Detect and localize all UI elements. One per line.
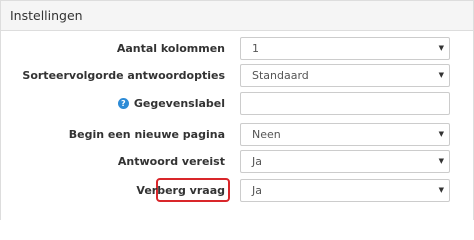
label-antwoord-vereist: Antwoord vereist xyxy=(117,155,225,168)
chevron-down-icon: ▼ xyxy=(438,186,444,194)
label-aantal-kolommen: Aantal kolommen xyxy=(116,42,225,55)
chevron-down-icon: ▼ xyxy=(438,71,444,79)
select-value: Ja xyxy=(252,155,262,168)
label-text: Gegevenslabel xyxy=(133,97,225,110)
label-sorteervolgorde: Sorteervolgorde antwoordopties xyxy=(22,69,225,82)
select-value: Neen xyxy=(252,128,281,141)
verberg-vraag-select[interactable]: Ja ▼ xyxy=(240,179,450,202)
select-value: Ja xyxy=(252,184,262,197)
select-value: Standaard xyxy=(252,69,309,82)
begin-nieuwe-pagina-select[interactable]: Neen ▼ xyxy=(240,123,450,146)
sorteervolgorde-select[interactable]: Standaard ▼ xyxy=(240,64,450,87)
gegevenslabel-input[interactable] xyxy=(240,92,450,115)
chevron-down-icon: ▼ xyxy=(438,130,444,138)
select-value: 1 xyxy=(252,42,259,55)
label-begin-nieuwe-pagina: Begin een nieuwe pagina xyxy=(68,128,225,141)
aantal-kolommen-select[interactable]: 1 ▼ xyxy=(240,37,450,60)
help-icon[interactable]: ? xyxy=(117,98,129,109)
panel-title: Instellingen xyxy=(1,1,473,31)
chevron-down-icon: ▼ xyxy=(438,44,444,52)
antwoord-vereist-select[interactable]: Ja ▼ xyxy=(240,150,450,173)
chevron-down-icon: ▼ xyxy=(438,157,444,165)
label-gegevenslabel: ? Gegevenslabel xyxy=(117,92,225,115)
label-verberg-vraag: Verberg vraag xyxy=(136,183,225,197)
